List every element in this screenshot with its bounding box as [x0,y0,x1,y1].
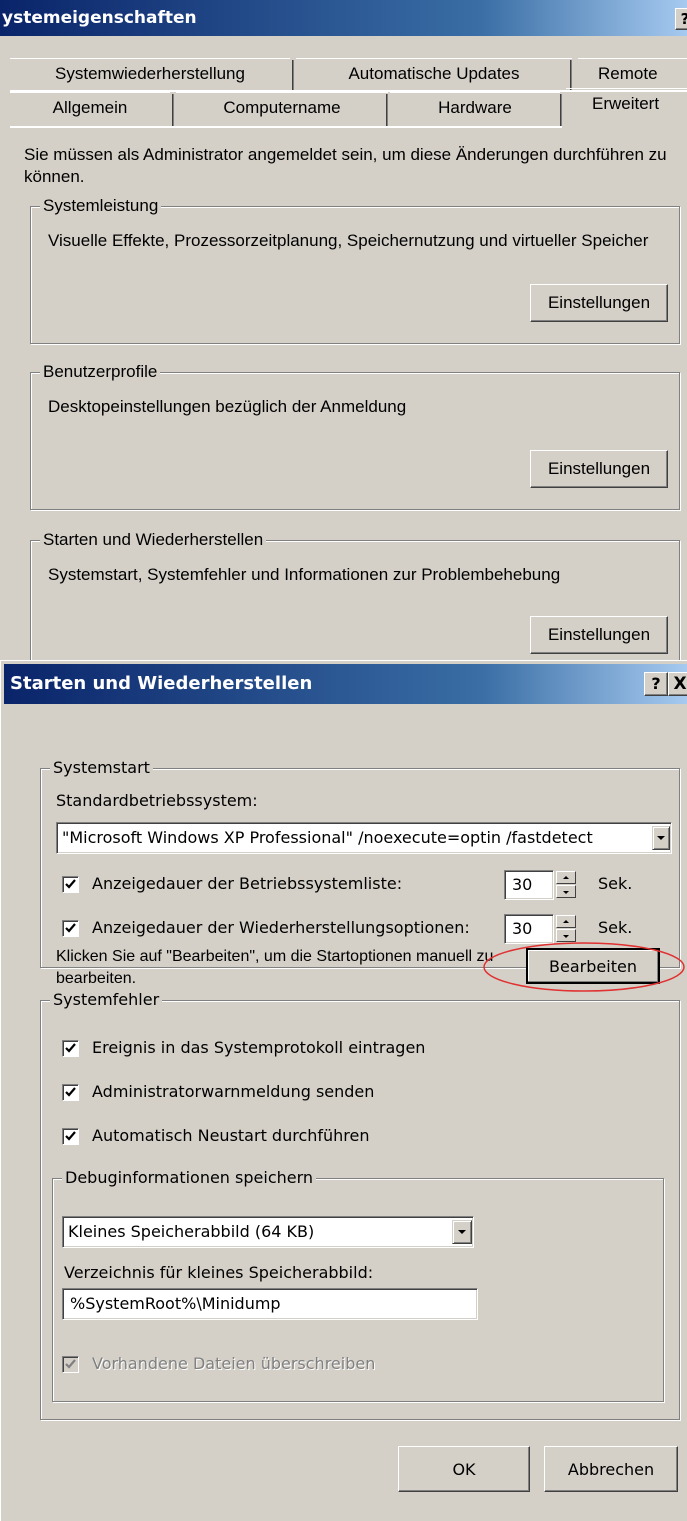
os-list-checkbox[interactable] [62,876,79,893]
tab-hardware[interactable]: Hardware [390,92,560,124]
edit-hint: Klicken Sie auf "Bearbeiten", um die Sta… [56,948,494,987]
log-event-checkbox[interactable] [62,1040,79,1057]
spin-up-icon[interactable] [556,871,576,884]
dialog-title: Starten und Wiederherstellen [4,664,687,704]
dump-type-value: Kleines Speicherabbild (64 KB) [68,1222,315,1241]
help-icon[interactable]: ? [644,672,668,696]
recovery-options-label: Anzeigedauer der Wiederherstellungsoptio… [92,918,470,937]
checkmark-icon [65,1131,76,1141]
os-list-unit: Sek. [598,874,633,893]
tab-allgemein[interactable]: Allgemein [10,92,170,124]
checkmark-icon [65,1087,76,1097]
checkmark-icon [65,1043,76,1053]
dump-dir-value: %SystemRoot%\Minidump [70,1294,281,1313]
admin-notice: Sie müssen als Administrator angemeldet … [24,145,667,186]
benutzerprofile-description: Desktopeinstellungen bezüglich der Anmel… [48,397,407,416]
group-title-starten-wiederherstellen: Starten und Wiederherstellen [40,530,267,550]
overwrite-checkbox[interactable] [62,1356,79,1373]
starten-settings-button[interactable]: Einstellungen [530,616,668,654]
default-os-value: "Microsoft Windows XP Professional" /noe… [62,828,593,847]
tab-remote[interactable]: Remote [578,58,687,90]
os-list-seconds-value: 30 [512,875,533,894]
help-icon[interactable]: ? [675,8,687,30]
group-systemleistung [30,206,680,344]
tab-erweitert[interactable]: Erweitert [566,88,687,124]
tab-divider [292,60,294,90]
cancel-button[interactable]: Abbrechen [544,1446,678,1492]
recovery-options-checkbox[interactable] [62,920,79,937]
recovery-unit: Sek. [598,918,633,937]
auto-restart-label: Automatisch Neustart durchführen [92,1126,370,1145]
dump-dir-label: Verzeichnis für kleines Speicherabbild: [64,1263,374,1282]
benutzerprofile-settings-button[interactable]: Einstellungen [530,450,668,488]
default-os-label: Standardbetriebssystem: [56,791,258,810]
systemleistung-description: Visuelle Effekte, Prozessorzeitplanung, … [48,231,649,250]
log-event-label: Ereignis in das Systemprotokoll eintrage… [92,1038,426,1057]
highlight-ellipse [483,942,685,992]
ok-button[interactable]: OK [398,1446,530,1492]
checkmark-icon [65,923,76,933]
tab-divider [560,94,562,126]
overwrite-label: Vorhandene Dateien überschreiben [92,1354,376,1373]
tab-divider [172,94,174,126]
systemleistung-settings-button[interactable]: Einstellungen [530,284,668,322]
tab-divider [386,94,388,126]
recovery-seconds-value: 30 [512,919,533,938]
auto-restart-checkbox[interactable] [62,1128,79,1145]
system-properties-title: ystemeigenschaften [0,0,687,36]
admin-alert-label: Administratorwarnmeldung senden [92,1082,375,1101]
os-list-label: Anzeigedauer der Betriebssystemliste: [92,874,403,893]
group-title-benutzerprofile: Benutzerprofile [40,362,161,382]
close-icon[interactable]: X [668,672,687,696]
tab-systemwiederherstellung[interactable]: Systemwiederherstellung [10,58,290,90]
spin-up-icon[interactable] [556,915,576,928]
tab-panel-border [10,126,562,128]
checkmark-icon [65,879,76,889]
chevron-down-icon[interactable] [652,826,670,850]
tab-computername[interactable]: Computername [176,92,388,124]
group-title-systemstart: Systemstart [50,758,153,778]
checkmark-icon [65,1359,76,1369]
tab-divider [570,60,572,90]
group-title-systemfehler: Systemfehler [50,990,163,1010]
group-title-debuginfo: Debuginformationen speichern [62,1168,317,1188]
group-starten-wiederherstellen [30,540,680,680]
group-benutzerprofile [30,372,680,510]
admin-alert-checkbox[interactable] [62,1084,79,1101]
group-title-systemleistung: Systemleistung [40,196,162,216]
spin-down-icon[interactable] [556,885,576,898]
chevron-down-icon[interactable] [452,1220,472,1244]
starten-description: Systemstart, Systemfehler und Informatio… [48,565,561,584]
tab-automatische-updates[interactable]: Automatische Updates [296,58,572,90]
